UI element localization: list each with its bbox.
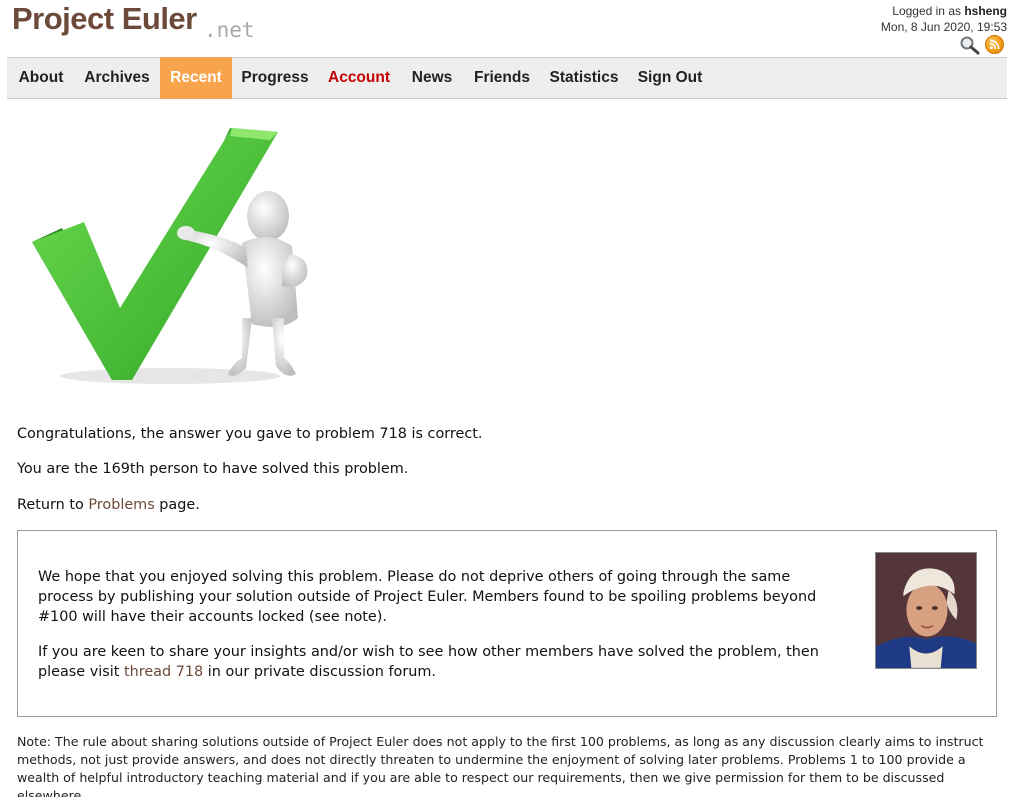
notice-paragraph-1: We hope that you enjoyed solving this pr…	[38, 569, 817, 625]
logged-in-label: Logged in as	[892, 4, 965, 18]
current-datetime: Mon, 8 Jun 2020, 19:53	[880, 20, 1007, 34]
nav-news[interactable]: News	[404, 57, 460, 99]
nav-sign-out[interactable]: Sign Out	[631, 57, 709, 99]
site-logo-suffix: .net	[204, 18, 255, 42]
nav-progress[interactable]: Progress	[235, 57, 315, 99]
notice-paragraph-2: If you are keen to share your insights a…	[38, 642, 848, 682]
header-icons	[959, 35, 1005, 55]
rss-icon[interactable]	[985, 35, 1004, 54]
return-message: Return to Problems page.	[17, 497, 200, 513]
problems-link[interactable]: Problems	[88, 497, 154, 513]
nav-recent[interactable]: Recent	[160, 57, 232, 99]
solver-rank-message: You are the 169th person to have solved …	[17, 461, 409, 477]
nav-archives[interactable]: Archives	[77, 57, 157, 99]
spoiler-notice: We hope that you enjoyed solving this pr…	[17, 530, 997, 717]
return-prefix: Return to	[17, 497, 89, 513]
notice-para2-suffix: in our private discussion forum.	[203, 664, 436, 680]
user-info: Logged in as hsheng Mon, 8 Jun 2020, 19:…	[881, 3, 1007, 35]
nav-statistics[interactable]: Statistics	[544, 57, 624, 99]
nav-account[interactable]: Account	[321, 57, 397, 99]
thread-link[interactable]: thread 718	[124, 664, 203, 680]
congrats-message: Congratulations, the answer you gave to …	[17, 426, 483, 442]
return-suffix: page.	[154, 497, 200, 513]
nav-friends[interactable]: Friends	[467, 57, 537, 99]
nav-about[interactable]: About	[9, 57, 73, 99]
checkmark-icon	[32, 128, 308, 384]
site-logo[interactable]: Project Euler	[12, 1, 197, 37]
search-icon[interactable]	[959, 35, 981, 55]
portrait-image	[875, 552, 977, 669]
main-nav: About Archives Recent Progress Account N…	[7, 57, 1007, 99]
username[interactable]: hsheng	[964, 4, 1007, 18]
sharing-note: Note: The rule about sharing solutions o…	[17, 734, 984, 797]
